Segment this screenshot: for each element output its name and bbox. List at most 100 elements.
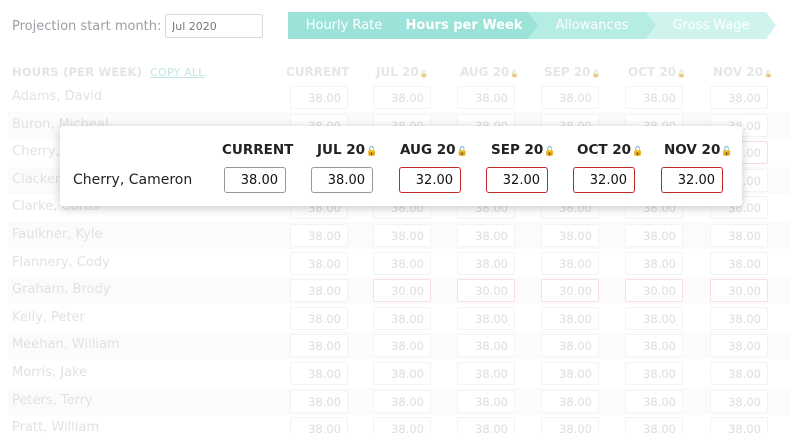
popup-column-header: OCT 20🔓	[577, 142, 643, 158]
column-header-aug-20: AUG 20🔓	[460, 65, 519, 79]
employee-name: Morris, Jake	[12, 365, 88, 380]
hours-cell[interactable]: 38.00	[541, 251, 599, 275]
unlock-icon[interactable]: 🔓	[457, 147, 468, 157]
popup-hours-input[interactable]: 38.00	[224, 167, 286, 193]
popup-column-header-text: CURRENT	[222, 142, 294, 158]
hours-cell[interactable]: 38.00	[373, 389, 431, 413]
hours-cell[interactable]: 38.00	[290, 362, 348, 385]
hours-cell[interactable]: 38.00	[710, 334, 768, 358]
unlock-icon[interactable]: 🔓	[366, 147, 377, 157]
hours-cell[interactable]: 38.00	[457, 417, 515, 434]
hours-cell[interactable]: 38.00	[457, 251, 515, 275]
popup-column-header: AUG 20🔓	[400, 142, 468, 158]
hours-cell[interactable]: 38.00	[457, 224, 515, 247]
popup-hours-input[interactable]: 32.00	[486, 167, 548, 193]
hours-cell[interactable]: 38.00	[457, 389, 515, 413]
hours-cell[interactable]: 38.00	[710, 389, 768, 413]
column-header-current: CURRENT	[286, 65, 349, 79]
column-header-text: SEP 20	[544, 65, 591, 79]
hours-cell[interactable]: 38.00	[625, 251, 683, 275]
hours-cell[interactable]: 30.00	[373, 279, 431, 303]
hours-table: HOURS (PER WEEK) COPY ALL CURRENT JUL 20🔓…	[0, 0, 800, 434]
hours-cell[interactable]: 38.00	[373, 251, 431, 275]
employee-name: Peters, Terry	[12, 392, 93, 408]
hours-cell[interactable]: 38.00	[710, 251, 768, 275]
hours-cell[interactable]: 38.00	[710, 86, 768, 109]
employee-name: Pratt, William	[12, 420, 100, 434]
hours-cell[interactable]: 38.00	[710, 362, 768, 385]
unlock-icon[interactable]: 🔓	[544, 147, 555, 157]
hours-cell[interactable]: 38.00	[290, 86, 348, 109]
popup-column-header: JUL 20🔓	[317, 142, 377, 158]
popup-hours-input[interactable]: 32.00	[573, 167, 635, 193]
hours-cell[interactable]: 38.00	[290, 279, 348, 303]
hours-cell[interactable]: 38.00	[457, 86, 515, 109]
unlock-icon[interactable]: 🔓	[632, 147, 643, 157]
unlock-icon[interactable]: 🔓	[420, 70, 429, 78]
hours-cell[interactable]: 38.00	[541, 306, 599, 330]
hours-cell[interactable]: 38.00	[457, 306, 515, 330]
popup-employee-name: Cherry, Cameron	[73, 172, 193, 188]
hours-cell[interactable]: 30.00	[541, 279, 599, 303]
hours-cell[interactable]: 38.00	[373, 306, 431, 330]
hours-cell[interactable]: 38.00	[541, 389, 599, 413]
hours-cell[interactable]: 30.00	[625, 279, 683, 303]
table-row: Faulkner, Kyle 38.00 38.00 38.00 38.00 38.00 3…	[8, 222, 790, 249]
hours-cell[interactable]: 38.00	[290, 224, 348, 247]
unlock-icon[interactable]: 🔓	[764, 70, 773, 78]
unlock-icon[interactable]: 🔓	[510, 70, 519, 78]
hours-cell[interactable]: 38.00	[457, 362, 515, 385]
employee-name: Faulkner, Kyle	[12, 227, 103, 242]
hours-cell[interactable]: 38.00	[290, 417, 348, 434]
employee-name: Graham, Brody	[12, 282, 111, 298]
column-header-text: AUG 20	[460, 65, 510, 79]
popup-hours-input[interactable]: 38.00	[311, 167, 373, 193]
hours-cell[interactable]: 38.00	[290, 334, 348, 358]
table-row: Graham, Brody 38.00 30.00 30.00 30.00 30.00 30…	[8, 277, 790, 305]
popup-column-header-text: AUG 20	[400, 142, 456, 158]
column-header-text: OCT 20	[628, 65, 677, 79]
unlock-icon[interactable]: 🔓	[721, 147, 732, 157]
hours-cell[interactable]: 38.00	[457, 334, 515, 358]
hours-cell[interactable]: 38.00	[625, 334, 683, 358]
hours-cell[interactable]: 38.00	[373, 334, 431, 358]
hours-cell[interactable]: 38.00	[625, 224, 683, 247]
unlock-icon[interactable]: 🔓	[592, 70, 601, 78]
hours-cell[interactable]: 38.00	[625, 86, 683, 109]
table-title-text: HOURS (PER WEEK)	[12, 65, 143, 79]
hours-cell[interactable]: 30.00	[457, 279, 515, 303]
hours-cell[interactable]: 30.00	[710, 279, 768, 303]
popup-hours-input[interactable]: 32.00	[399, 167, 461, 193]
table-row: Peters, Terry 38.00 38.00 38.00 38.00 38.00 38…	[8, 387, 790, 415]
hours-cell[interactable]: 38.00	[541, 362, 599, 385]
table-row: Meehan, William 38.00 38.00 38.00 38.00 38.00…	[8, 332, 790, 360]
table-row: Adams, David 38.00 38.00 38.00 38.00 38.00 38.…	[8, 84, 790, 111]
hours-cell[interactable]: 38.00	[710, 417, 768, 434]
employee-name: Flannery, Cody	[12, 254, 110, 270]
hours-cell[interactable]: 38.00	[710, 306, 768, 330]
hours-cell[interactable]: 38.00	[373, 224, 431, 247]
hours-cell[interactable]: 38.00	[373, 362, 431, 385]
hours-cell[interactable]: 38.00	[541, 334, 599, 358]
hours-cell[interactable]: 38.00	[373, 86, 431, 109]
hours-cell[interactable]: 38.00	[541, 417, 599, 434]
hours-cell[interactable]: 38.00	[710, 224, 768, 247]
hours-cell[interactable]: 38.00	[625, 417, 683, 434]
hours-cell[interactable]: 38.00	[541, 224, 599, 247]
column-header-sep-20: SEP 20🔓	[544, 65, 600, 79]
popup-column-header: CURRENT	[222, 142, 293, 158]
hours-cell[interactable]: 38.00	[541, 86, 599, 109]
hours-cell[interactable]: 38.00	[290, 251, 348, 275]
hours-cell[interactable]: 38.00	[290, 389, 348, 413]
table-row: Pratt, William 38.00 38.00 38.00 38.00 38.00 3…	[8, 415, 790, 434]
employee-name: Meehan, William	[12, 337, 120, 353]
popup-hours-input[interactable]: 32.00	[661, 167, 723, 193]
hours-cell[interactable]: 38.00	[290, 306, 348, 330]
popup-column-header-text: SEP 20	[491, 142, 544, 158]
hours-cell[interactable]: 38.00	[625, 389, 683, 413]
hours-cell[interactable]: 38.00	[625, 362, 683, 385]
copy-all-link[interactable]: COPY ALL	[150, 66, 204, 79]
hours-cell[interactable]: 38.00	[373, 417, 431, 434]
unlock-icon[interactable]: 🔓	[677, 70, 686, 78]
hours-cell[interactable]: 38.00	[625, 306, 683, 330]
